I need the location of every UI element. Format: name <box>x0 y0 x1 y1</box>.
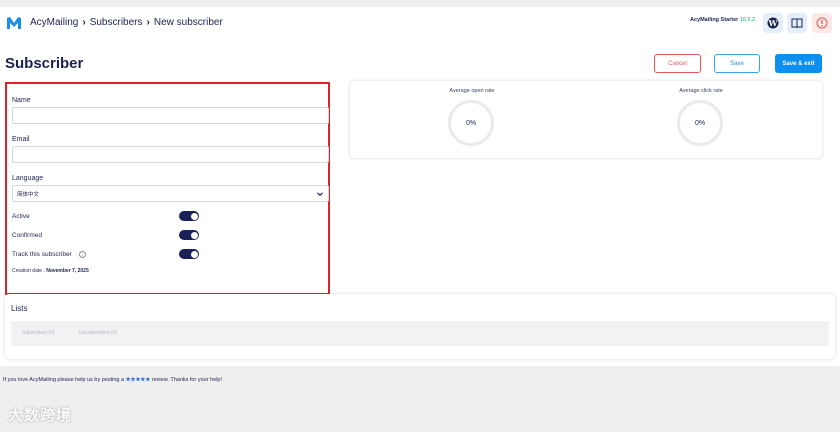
tab-unsubscribed[interactable]: Unsubscribed (0) <box>79 330 117 336</box>
track-label: Track this subscriber i <box>12 251 86 258</box>
app-header: AcyMailing › Subscribers › New subscribe… <box>0 7 840 41</box>
wordpress-button[interactable]: W <box>763 13 783 33</box>
email-label: Email <box>12 136 30 143</box>
top-strip <box>0 0 840 7</box>
cancel-button[interactable]: Cancel <box>654 54 701 73</box>
name-input[interactable] <box>12 107 329 124</box>
page-title: Subscriber <box>5 55 84 72</box>
alert-icon <box>816 17 828 29</box>
footer-text-before: If you love AcyMailing please help us by… <box>3 377 125 383</box>
toggle-knob <box>190 250 198 258</box>
toggle-knob <box>190 212 198 220</box>
plan-version: 10.5.2 <box>739 17 756 23</box>
footer-text-after: review. Thanks for your help! <box>151 377 223 383</box>
click-rate-label: Average click rate <box>679 88 723 94</box>
breadcrumb: AcyMailing › Subscribers › New subscribe… <box>30 17 223 28</box>
rating-stars-link[interactable]: ★★★★★ <box>126 377 151 383</box>
breadcrumb-current: New subscriber <box>153 17 223 28</box>
breadcrumb-chevron-icon: › <box>82 17 86 28</box>
breadcrumb-subscribers[interactable]: Subscribers <box>90 17 143 28</box>
track-toggle[interactable] <box>179 249 199 259</box>
creation-date: Creation date : November 7, 2025 <box>12 268 89 274</box>
wordpress-icon: W <box>767 17 779 29</box>
lists-tabs: Subscribed (0) Unsubscribed (0) <box>11 321 829 346</box>
track-label-text: Track this subscriber <box>12 251 72 258</box>
subscriber-form: Name Email Language 简体中文 Active Confirme… <box>5 82 330 295</box>
confirmed-label-text: Confirmed <box>12 232 42 239</box>
active-toggle[interactable] <box>179 211 199 221</box>
acymailing-logo-icon[interactable] <box>6 15 22 31</box>
creation-date-value: November 7, 2025 <box>46 268 89 274</box>
open-rate-gauge: 0% <box>448 100 494 146</box>
save-button[interactable]: Save <box>714 54 760 73</box>
language-selected-value: 简体中文 <box>17 191 40 198</box>
main-content: Subscriber Cancel Save Save & exit Name … <box>0 41 840 366</box>
language-select[interactable]: 简体中文 <box>12 185 329 202</box>
lists-card: Lists Subscribed (0) Unsubscribed (0) <box>5 294 835 359</box>
email-input[interactable] <box>12 146 329 163</box>
save-and-exit-button[interactable]: Save & exit <box>775 54 822 73</box>
open-rate-value: 0% <box>465 119 477 127</box>
click-rate-gauge: 0% <box>677 100 723 146</box>
footer-note: If you love AcyMailing please help us by… <box>3 377 222 383</box>
active-label-text: Active <box>12 213 30 220</box>
breadcrumb-acymailing[interactable]: AcyMailing <box>30 17 78 28</box>
active-label: Active <box>12 213 30 220</box>
name-label: Name <box>12 97 31 104</box>
toggle-knob <box>190 231 198 239</box>
info-icon[interactable]: i <box>78 251 86 258</box>
creation-date-label: Creation date : <box>12 268 45 274</box>
open-rate-label: Average open rate <box>449 88 495 94</box>
alert-button[interactable] <box>812 13 832 33</box>
language-label: Language <box>12 175 44 182</box>
breadcrumb-chevron-icon: › <box>146 17 150 28</box>
plan-name: AcyMailing Starter <box>690 17 739 23</box>
confirmed-label: Confirmed <box>12 232 42 239</box>
book-icon <box>791 18 803 29</box>
stats-card: Average open rate 0% Average click rate … <box>350 81 822 158</box>
lists-title: Lists <box>11 304 28 313</box>
tab-subscribed[interactable]: Subscribed (0) <box>22 330 55 336</box>
confirmed-toggle[interactable] <box>179 230 199 240</box>
chevron-down-icon <box>317 192 323 197</box>
plan-badge: AcyMailing Starter 10.5.2 <box>690 17 755 23</box>
watermark: 大数跨境 <box>8 407 73 424</box>
svg-text:W: W <box>768 18 779 28</box>
click-rate-value: 0% <box>694 119 706 127</box>
documentation-button[interactable] <box>787 13 807 33</box>
